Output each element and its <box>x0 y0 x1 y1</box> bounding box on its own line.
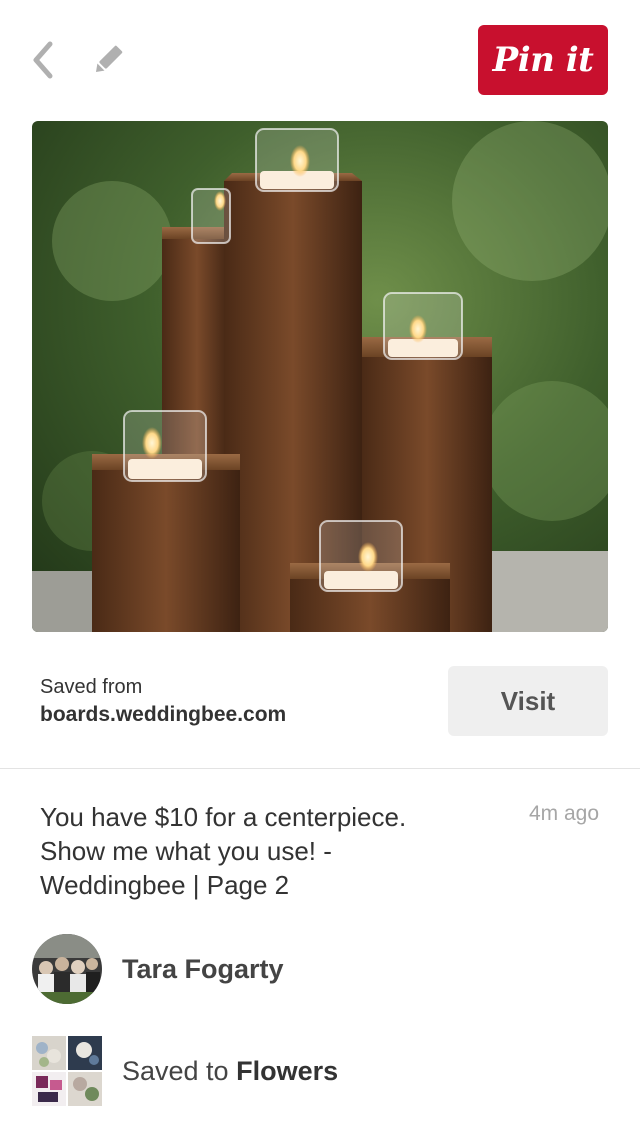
avatar-icon <box>32 934 102 1004</box>
board-label[interactable]: Saved to Flowers <box>122 1056 338 1087</box>
saved-from: Saved from boards.weddingbee.com <box>40 676 286 727</box>
top-bar: Pin it <box>0 0 640 110</box>
pin-description: You have $10 for a centerpiece. Show me … <box>40 802 407 900</box>
board-prefix: Saved to <box>122 1056 237 1086</box>
pin-it-button[interactable]: Pin it <box>478 25 608 95</box>
pinner-row[interactable]: Tara Fogarty <box>32 934 592 1004</box>
chevron-left-icon <box>33 41 53 79</box>
board-row[interactable]: Saved to Flowers <box>32 1036 592 1106</box>
candle-centerpiece-photo <box>32 121 608 632</box>
pin-image[interactable] <box>32 121 608 632</box>
visit-button[interactable]: Visit <box>448 666 608 736</box>
pinner-name[interactable]: Tara Fogarty <box>122 954 284 985</box>
avatar[interactable] <box>32 934 102 1004</box>
divider <box>0 768 640 769</box>
pencil-icon <box>95 45 123 73</box>
timestamp: 4m ago <box>528 802 599 825</box>
source-domain[interactable]: boards.weddingbee.com <box>40 703 286 727</box>
board-thumbnail[interactable] <box>32 1036 102 1106</box>
back-button[interactable] <box>28 40 60 80</box>
board-collage-icon <box>32 1036 102 1106</box>
edit-button[interactable] <box>90 42 126 78</box>
saved-from-label: Saved from <box>40 676 143 698</box>
board-name[interactable]: Flowers <box>236 1056 338 1086</box>
